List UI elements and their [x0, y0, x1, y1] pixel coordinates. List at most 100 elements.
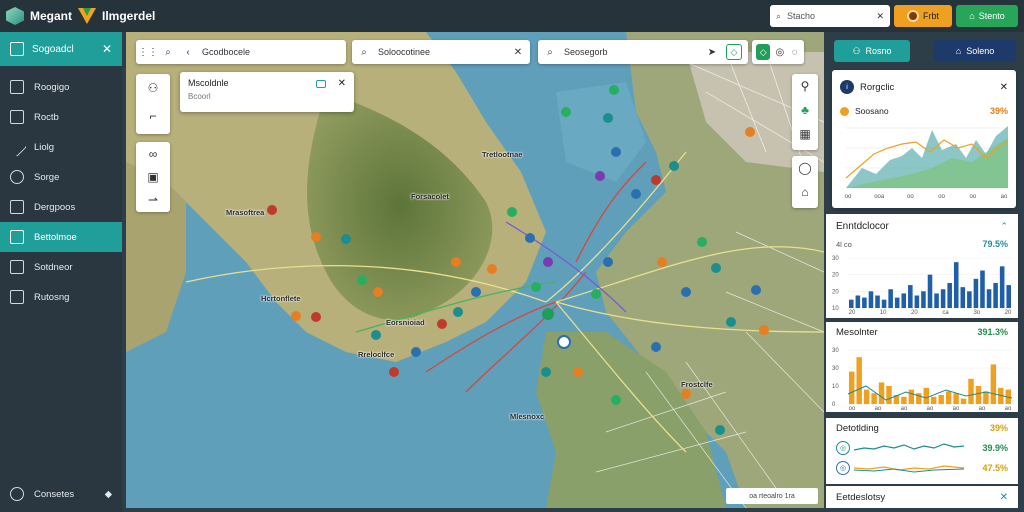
- bar-chart-orange: 30 30 10 0 oo ao ao ao ao ao ao: [832, 348, 1013, 412]
- bar: [923, 387, 929, 404]
- bar: [980, 270, 985, 308]
- search-icon[interactable]: ⌕: [358, 46, 370, 58]
- toolbar-3-label: Seosegorb: [564, 47, 608, 57]
- brand[interactable]: Megant Ilmgerdel: [6, 7, 155, 25]
- pin-icon[interactable]: ⚲: [791, 74, 819, 98]
- grid-icon[interactable]: ⋮⋮: [138, 46, 158, 58]
- sparkline-row: ◎ 47.5%: [826, 458, 1018, 478]
- map-label: Mlesnoxc: [510, 412, 545, 421]
- map-label: Eorsnioiad: [386, 318, 425, 327]
- home-icon[interactable]: ⌂: [791, 180, 819, 204]
- chart-icon: [10, 230, 24, 244]
- bar: [945, 391, 952, 404]
- home-icon: ⌂: [955, 46, 962, 56]
- x-tick-label: ao: [875, 406, 882, 412]
- bar: [849, 299, 854, 308]
- sidebar-item-1[interactable]: Roctb: [0, 102, 122, 132]
- sidebar-item-7[interactable]: Rutosng: [0, 282, 122, 312]
- bar: [914, 295, 920, 308]
- x-tick-label: 20: [1005, 310, 1012, 316]
- search-icon: ⌕: [776, 10, 782, 21]
- sidebar-item-3[interactable]: Sorge: [0, 162, 122, 192]
- map-label: Hcrtonflete: [261, 294, 301, 303]
- draw-icon[interactable]: ⚇: [139, 74, 167, 102]
- bar-chart-blue: 30 20 20 10 20 10 20 ca 3o 20: [832, 256, 1012, 316]
- primary-button-label: Rosno: [865, 46, 892, 56]
- right-panel-button-primary[interactable]: ⚇ Rosno: [834, 40, 910, 62]
- bar: [862, 297, 867, 308]
- sidebar-item-2[interactable]: Liolg: [0, 132, 122, 162]
- x-tick-label: ao: [927, 406, 934, 412]
- map-tool-column-right-2: ◯ ⌂: [792, 156, 818, 208]
- y-tick-label: 0: [832, 402, 836, 408]
- chevron-left-icon[interactable]: ‹: [182, 46, 194, 58]
- bar: [863, 389, 870, 404]
- section-value: 79.5%: [982, 239, 1008, 249]
- toolbar-2-label: Soloocotinee: [378, 47, 431, 57]
- sidebar-item-label: Liolg: [34, 141, 55, 153]
- link-icon[interactable]: ∞: [139, 142, 167, 165]
- calendar-icon[interactable]: ▦: [791, 122, 819, 146]
- measure-icon[interactable]: ⌐: [139, 102, 167, 130]
- section-title: Enntdclocor: [836, 220, 889, 232]
- section-header: Enntdclocor ⌃: [826, 214, 1018, 238]
- bar: [894, 297, 900, 308]
- close-icon[interactable]: ✕: [102, 42, 112, 56]
- secondary-button-label: Soleno: [966, 46, 995, 56]
- layers-toggle-button[interactable]: ◇: [726, 44, 742, 60]
- right-panel-button-secondary[interactable]: ⌂ Soleno: [934, 40, 1016, 62]
- settings-icon: [10, 487, 24, 501]
- sidebar-item-6[interactable]: Sotdneor: [0, 252, 122, 282]
- compass-icon[interactable]: ◯: [791, 156, 819, 180]
- bar: [875, 295, 880, 308]
- bar: [953, 393, 959, 404]
- map-toolbar-2: ⌕ Soloocotinee ✕: [352, 40, 530, 64]
- top-search-input[interactable]: ⌕ Stacho ✕: [770, 5, 890, 27]
- search-icon[interactable]: ⌕: [162, 46, 174, 58]
- y-tick-label: 20: [832, 273, 839, 279]
- window-icon[interactable]: [316, 80, 326, 88]
- bar: [881, 299, 887, 308]
- search-icon[interactable]: ⌕: [544, 46, 556, 58]
- sidebar-item-5[interactable]: Bettolmoe: [0, 222, 122, 252]
- bar: [975, 386, 982, 404]
- close-icon[interactable]: ✕: [512, 46, 524, 58]
- sidebar-footer[interactable]: Consetes ◆: [0, 482, 122, 506]
- action-button[interactable]: ⌂ Stento: [956, 5, 1018, 27]
- locate-icon[interactable]: ◌: [789, 46, 800, 58]
- camera-icon[interactable]: ▣: [139, 165, 167, 188]
- user-icon: ⚇: [852, 45, 861, 56]
- edit-icon: [7, 137, 27, 157]
- route-icon[interactable]: ⇀: [139, 189, 167, 212]
- close-icon[interactable]: ✕: [1000, 492, 1008, 503]
- target-icon: ◎: [836, 441, 850, 455]
- bar: [901, 396, 907, 404]
- bar: [973, 278, 979, 308]
- chevron-up-icon[interactable]: ⌃: [1000, 221, 1008, 232]
- sidebar-item-label: Rutosng: [34, 291, 70, 303]
- x-tick-label: 10: [880, 310, 887, 316]
- send-icon[interactable]: ➤: [706, 46, 718, 58]
- map-mode-button[interactable]: ◇: [756, 44, 771, 60]
- profile-button[interactable]: Frbt: [894, 5, 952, 27]
- y-tick-label: 20: [832, 289, 839, 295]
- filter-icon[interactable]: ◎: [774, 46, 785, 58]
- sidebar-item-label: Bettolmoe: [34, 231, 77, 243]
- clock-icon: [10, 170, 24, 184]
- map-label: Tretlootnae: [482, 150, 523, 159]
- clear-icon[interactable]: ✕: [876, 11, 884, 22]
- section-detotlding: Detotlding 39% ◎ 39.9% ◎ 47.5%: [826, 418, 1018, 484]
- sidebar-item-0[interactable]: Roogigo: [0, 72, 122, 102]
- bar: [871, 393, 877, 404]
- x-tick-label: oo: [907, 194, 914, 200]
- sidebar-item-4[interactable]: Dergpoos: [0, 192, 122, 222]
- close-icon[interactable]: ✕: [1000, 82, 1008, 93]
- bar: [908, 389, 915, 404]
- toolbar-1-label: Gcodbocele: [202, 47, 251, 57]
- close-icon[interactable]: ✕: [338, 78, 346, 89]
- tree-icon[interactable]: ♣: [791, 98, 819, 122]
- dot-icon: [840, 106, 849, 116]
- bar: [934, 293, 939, 308]
- bar: [868, 291, 874, 308]
- app-title: Megant: [30, 9, 72, 23]
